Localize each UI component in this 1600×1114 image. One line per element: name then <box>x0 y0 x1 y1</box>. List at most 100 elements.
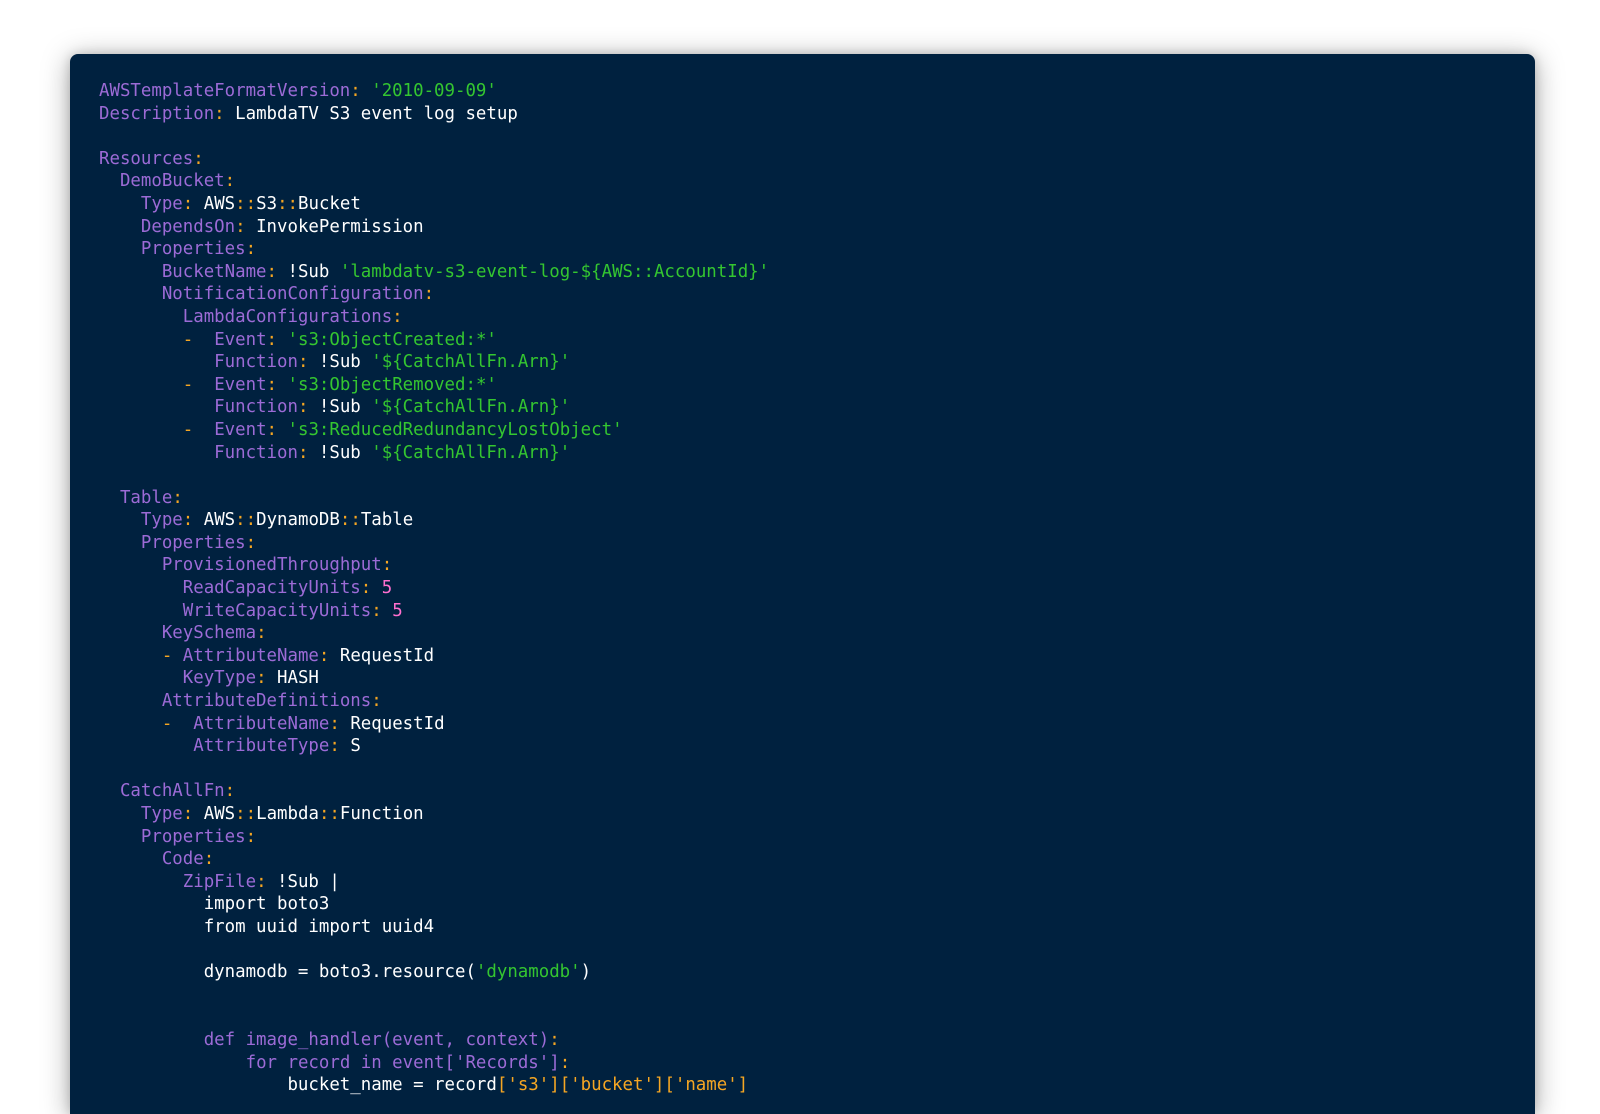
code-token: AWS <box>203 193 236 214</box>
code-token: DynamoDB <box>256 510 340 531</box>
code-token: :: <box>235 804 257 824</box>
code-token: : <box>245 239 257 260</box>
code-token: Code <box>161 849 204 870</box>
code-token: : <box>224 781 236 802</box>
code-token: : <box>329 736 351 757</box>
code-line: ReadCapacityUnits: 5 <box>99 577 769 600</box>
code-token: : <box>182 193 204 214</box>
code-token: 'dynamodb' <box>475 962 581 983</box>
code-token: '${CatchAllFn.Arn}' <box>371 352 571 373</box>
code-token: :: <box>235 193 257 214</box>
code-line: KeySchema: <box>99 622 769 645</box>
code-token: ZipFile <box>182 871 257 892</box>
code-token: AttributeName <box>182 645 319 666</box>
code-line: KeyType: HASH <box>99 667 769 690</box>
code-token: dynamodb = boto3.resource( <box>99 962 476 983</box>
code-token: Type <box>140 510 183 531</box>
code-line: for record in event['Records']: <box>99 1052 769 1075</box>
code-token: AWSTemplateFormatVersion <box>99 81 351 101</box>
code-token: !Sub | <box>277 871 340 892</box>
code-token: :: <box>339 510 361 531</box>
code-token: Function <box>214 397 298 418</box>
code-token: Description <box>99 103 215 124</box>
code-token: Function <box>214 352 298 373</box>
code-token: DependsOn <box>140 216 236 237</box>
code-token: - <box>161 645 183 666</box>
code-token: Event <box>214 329 267 350</box>
code-token: :: <box>235 510 257 531</box>
code-token: HASH <box>277 668 319 689</box>
code-token: Type <box>140 193 183 214</box>
code-token: '2010-09-09' <box>371 81 497 101</box>
code-line: Type: AWS::S3::Bucket <box>99 193 769 216</box>
code-token: : <box>297 442 319 463</box>
code-token: InvokePermission <box>256 216 424 237</box>
code-token: : <box>381 555 393 576</box>
code-token: Properties <box>140 532 246 553</box>
code-line: Properties: <box>99 532 769 555</box>
code-line: DependsOn: InvokePermission <box>99 216 769 239</box>
code-token: Lambda <box>256 804 319 824</box>
code-line: bucket_name = record['s3']['bucket']['na… <box>99 1074 769 1097</box>
code-token: LambdaTV S3 event log setup <box>235 103 518 124</box>
code-token: :: <box>277 193 299 214</box>
code-token: : <box>559 1052 571 1073</box>
code-token: for record in event['Records'] <box>245 1052 560 1073</box>
code-token: LambdaConfigurations <box>182 306 393 327</box>
code-line: dynamodb = boto3.resource('dynamodb') <box>99 961 769 984</box>
code-token: Function <box>214 442 298 463</box>
code-token: AttributeDefinitions <box>161 691 372 712</box>
code-line: Function: !Sub '${CatchAllFn.Arn}' <box>99 442 769 465</box>
code-line: Code: <box>99 848 769 871</box>
code-token: : <box>392 306 403 327</box>
code-token: : <box>549 1029 560 1050</box>
code-token: : <box>371 600 393 621</box>
code-token: Table <box>360 510 414 531</box>
code-token: : <box>318 645 340 666</box>
code-token: : <box>245 826 257 847</box>
code-token: '${CatchAllFn.Arn}' <box>371 397 571 418</box>
code-token: : <box>266 329 288 350</box>
code-token: : <box>214 103 236 124</box>
code-token: Function <box>339 804 424 824</box>
code-line: CatchAllFn: <box>99 780 769 803</box>
code-token: RequestId <box>339 645 435 666</box>
code-token: : <box>182 510 204 531</box>
code-token: AWS <box>203 804 236 824</box>
code-token: : <box>182 804 204 824</box>
code-line: NotificationConfiguration: <box>99 283 769 306</box>
code-line: Resources: <box>99 148 769 171</box>
code-token: : <box>235 216 257 237</box>
code-editor-window: AWSTemplateFormatVersion: '2010-09-09' De… <box>70 54 1535 1114</box>
code-token: 'lambdatv-s3-event-log-${AWS::AccountId}… <box>339 261 770 282</box>
code-token: : <box>245 532 257 553</box>
code-token: WriteCapacityUnits <box>182 600 372 621</box>
code-token: !Sub <box>318 442 372 463</box>
code-line: AttributeType: S <box>99 735 769 758</box>
code-token: : <box>266 261 288 282</box>
code-token: Event <box>214 374 267 395</box>
code-line: Description: LambdaTV S3 event log setup <box>99 103 769 126</box>
code-token: - <box>161 713 194 734</box>
code-token: : <box>266 374 288 395</box>
code-token: AttributeName <box>193 713 330 734</box>
code-token: bucket_name = record <box>99 1075 497 1096</box>
